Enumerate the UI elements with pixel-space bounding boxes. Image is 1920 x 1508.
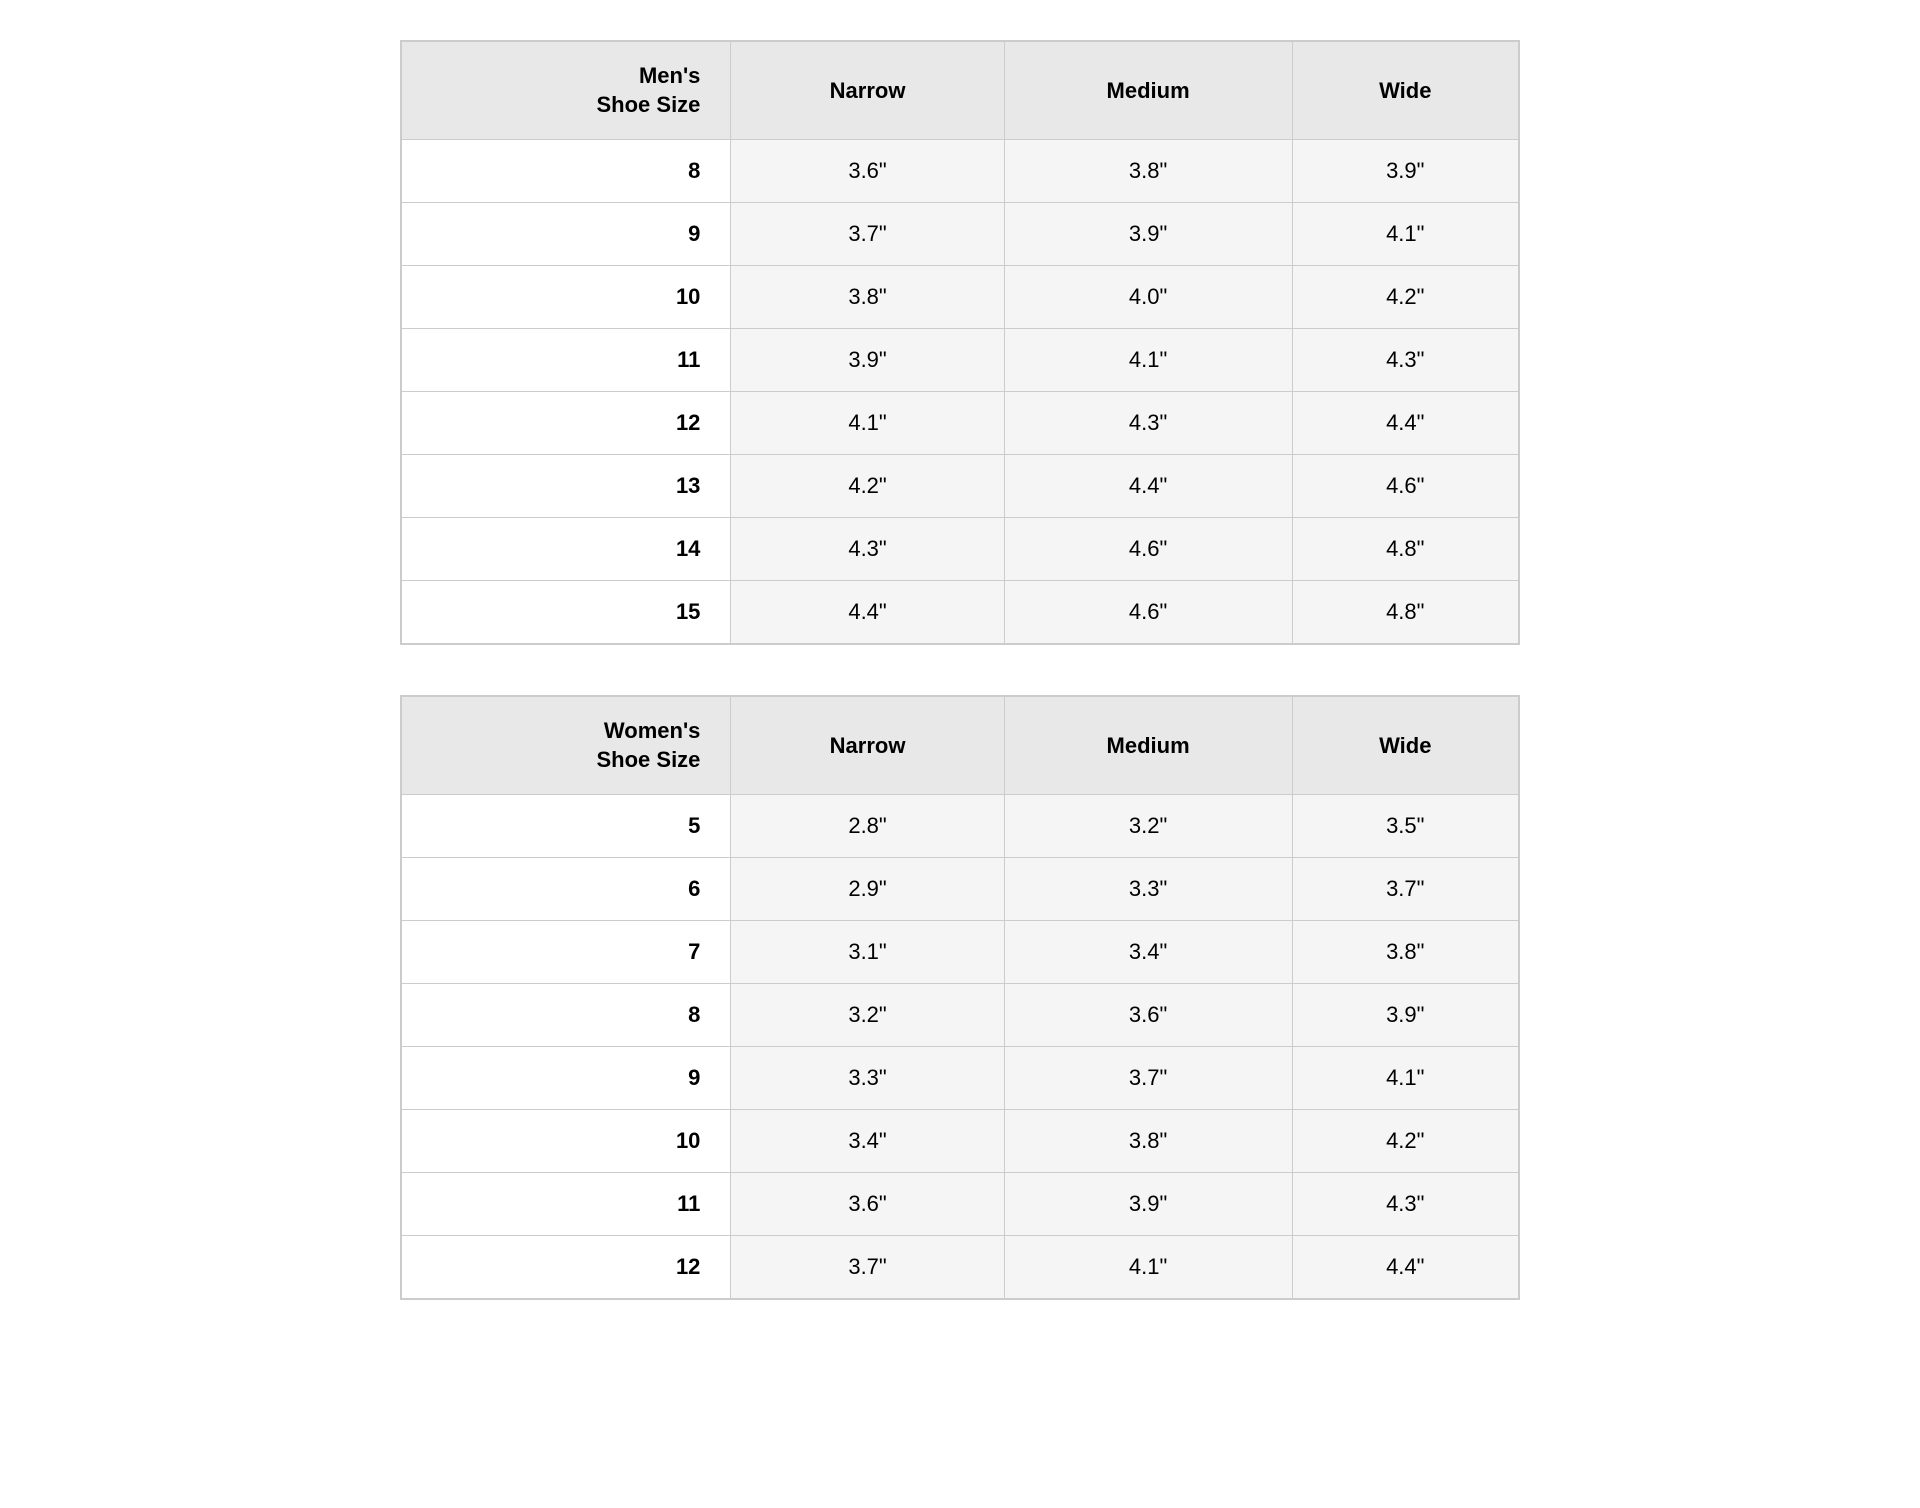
- table-row: 14 4.3" 4.6" 4.8": [402, 518, 1519, 581]
- womens-medium-cell: 4.1": [1004, 1236, 1292, 1299]
- womens-size-header: Women'sShoe Size: [402, 697, 731, 795]
- womens-medium-header: Medium: [1004, 697, 1292, 795]
- womens-medium-cell: 3.9": [1004, 1173, 1292, 1236]
- mens-size-cell: 15: [402, 581, 731, 644]
- mens-narrow-cell: 4.2": [731, 455, 1004, 518]
- mens-narrow-cell: 3.8": [731, 266, 1004, 329]
- womens-narrow-cell: 3.7": [731, 1236, 1004, 1299]
- womens-narrow-cell: 2.8": [731, 795, 1004, 858]
- mens-medium-cell: 3.9": [1004, 203, 1292, 266]
- womens-size-cell: 6: [402, 858, 731, 921]
- mens-wide-cell: 4.6": [1292, 455, 1518, 518]
- mens-medium-cell: 4.3": [1004, 392, 1292, 455]
- womens-narrow-header: Narrow: [731, 697, 1004, 795]
- womens-wide-header: Wide: [1292, 697, 1518, 795]
- table-row: 9 3.3" 3.7" 4.1": [402, 1047, 1519, 1110]
- womens-wide-cell: 4.1": [1292, 1047, 1518, 1110]
- womens-medium-cell: 3.8": [1004, 1110, 1292, 1173]
- womens-wide-cell: 4.3": [1292, 1173, 1518, 1236]
- mens-narrow-cell: 3.7": [731, 203, 1004, 266]
- womens-size-cell: 8: [402, 984, 731, 1047]
- mens-narrow-cell: 4.3": [731, 518, 1004, 581]
- womens-narrow-cell: 2.9": [731, 858, 1004, 921]
- mens-medium-cell: 4.1": [1004, 329, 1292, 392]
- table-row: 13 4.2" 4.4" 4.6": [402, 455, 1519, 518]
- mens-medium-header: Medium: [1004, 42, 1292, 140]
- mens-wide-cell: 4.1": [1292, 203, 1518, 266]
- mens-wide-cell: 4.2": [1292, 266, 1518, 329]
- mens-narrow-header: Narrow: [731, 42, 1004, 140]
- mens-size-cell: 9: [402, 203, 731, 266]
- womens-medium-cell: 3.3": [1004, 858, 1292, 921]
- womens-narrow-cell: 3.1": [731, 921, 1004, 984]
- womens-medium-cell: 3.7": [1004, 1047, 1292, 1110]
- table-row: 12 4.1" 4.3" 4.4": [402, 392, 1519, 455]
- table-row: 7 3.1" 3.4" 3.8": [402, 921, 1519, 984]
- mens-size-cell: 8: [402, 140, 731, 203]
- womens-wide-cell: 3.5": [1292, 795, 1518, 858]
- table-row: 8 3.6" 3.8" 3.9": [402, 140, 1519, 203]
- womens-wide-cell: 4.4": [1292, 1236, 1518, 1299]
- mens-medium-cell: 4.4": [1004, 455, 1292, 518]
- table-row: 10 3.8" 4.0" 4.2": [402, 266, 1519, 329]
- mens-size-cell: 11: [402, 329, 731, 392]
- table-row: 8 3.2" 3.6" 3.9": [402, 984, 1519, 1047]
- womens-narrow-cell: 3.6": [731, 1173, 1004, 1236]
- mens-medium-cell: 4.6": [1004, 518, 1292, 581]
- table-row: 15 4.4" 4.6" 4.8": [402, 581, 1519, 644]
- womens-size-cell: 9: [402, 1047, 731, 1110]
- mens-narrow-cell: 4.1": [731, 392, 1004, 455]
- womens-size-cell: 11: [402, 1173, 731, 1236]
- mens-wide-cell: 4.8": [1292, 518, 1518, 581]
- womens-size-cell: 10: [402, 1110, 731, 1173]
- mens-wide-cell: 4.4": [1292, 392, 1518, 455]
- mens-medium-cell: 3.8": [1004, 140, 1292, 203]
- womens-medium-cell: 3.6": [1004, 984, 1292, 1047]
- table-row: 11 3.9" 4.1" 4.3": [402, 329, 1519, 392]
- womens-narrow-cell: 3.3": [731, 1047, 1004, 1110]
- mens-shoe-size-table: Men'sShoe Size Narrow Medium Wide 8 3.6"…: [400, 40, 1520, 645]
- mens-size-header: Men'sShoe Size: [402, 42, 731, 140]
- mens-size-cell: 13: [402, 455, 731, 518]
- table-row: 6 2.9" 3.3" 3.7": [402, 858, 1519, 921]
- womens-shoe-size-table: Women'sShoe Size Narrow Medium Wide 5 2.…: [400, 695, 1520, 1300]
- mens-size-cell: 14: [402, 518, 731, 581]
- table-row: 9 3.7" 3.9" 4.1": [402, 203, 1519, 266]
- womens-size-cell: 12: [402, 1236, 731, 1299]
- womens-medium-cell: 3.4": [1004, 921, 1292, 984]
- table-row: 5 2.8" 3.2" 3.5": [402, 795, 1519, 858]
- womens-size-cell: 7: [402, 921, 731, 984]
- mens-medium-cell: 4.0": [1004, 266, 1292, 329]
- mens-size-cell: 12: [402, 392, 731, 455]
- womens-narrow-cell: 3.2": [731, 984, 1004, 1047]
- mens-narrow-cell: 3.9": [731, 329, 1004, 392]
- mens-medium-cell: 4.6": [1004, 581, 1292, 644]
- womens-narrow-cell: 3.4": [731, 1110, 1004, 1173]
- womens-wide-cell: 4.2": [1292, 1110, 1518, 1173]
- table-row: 10 3.4" 3.8" 4.2": [402, 1110, 1519, 1173]
- womens-wide-cell: 3.9": [1292, 984, 1518, 1047]
- table-row: 11 3.6" 3.9" 4.3": [402, 1173, 1519, 1236]
- womens-medium-cell: 3.2": [1004, 795, 1292, 858]
- mens-wide-cell: 3.9": [1292, 140, 1518, 203]
- mens-size-cell: 10: [402, 266, 731, 329]
- mens-narrow-cell: 3.6": [731, 140, 1004, 203]
- womens-wide-cell: 3.8": [1292, 921, 1518, 984]
- mens-wide-header: Wide: [1292, 42, 1518, 140]
- womens-wide-cell: 3.7": [1292, 858, 1518, 921]
- mens-wide-cell: 4.3": [1292, 329, 1518, 392]
- mens-wide-cell: 4.8": [1292, 581, 1518, 644]
- womens-size-cell: 5: [402, 795, 731, 858]
- table-row: 12 3.7" 4.1" 4.4": [402, 1236, 1519, 1299]
- mens-narrow-cell: 4.4": [731, 581, 1004, 644]
